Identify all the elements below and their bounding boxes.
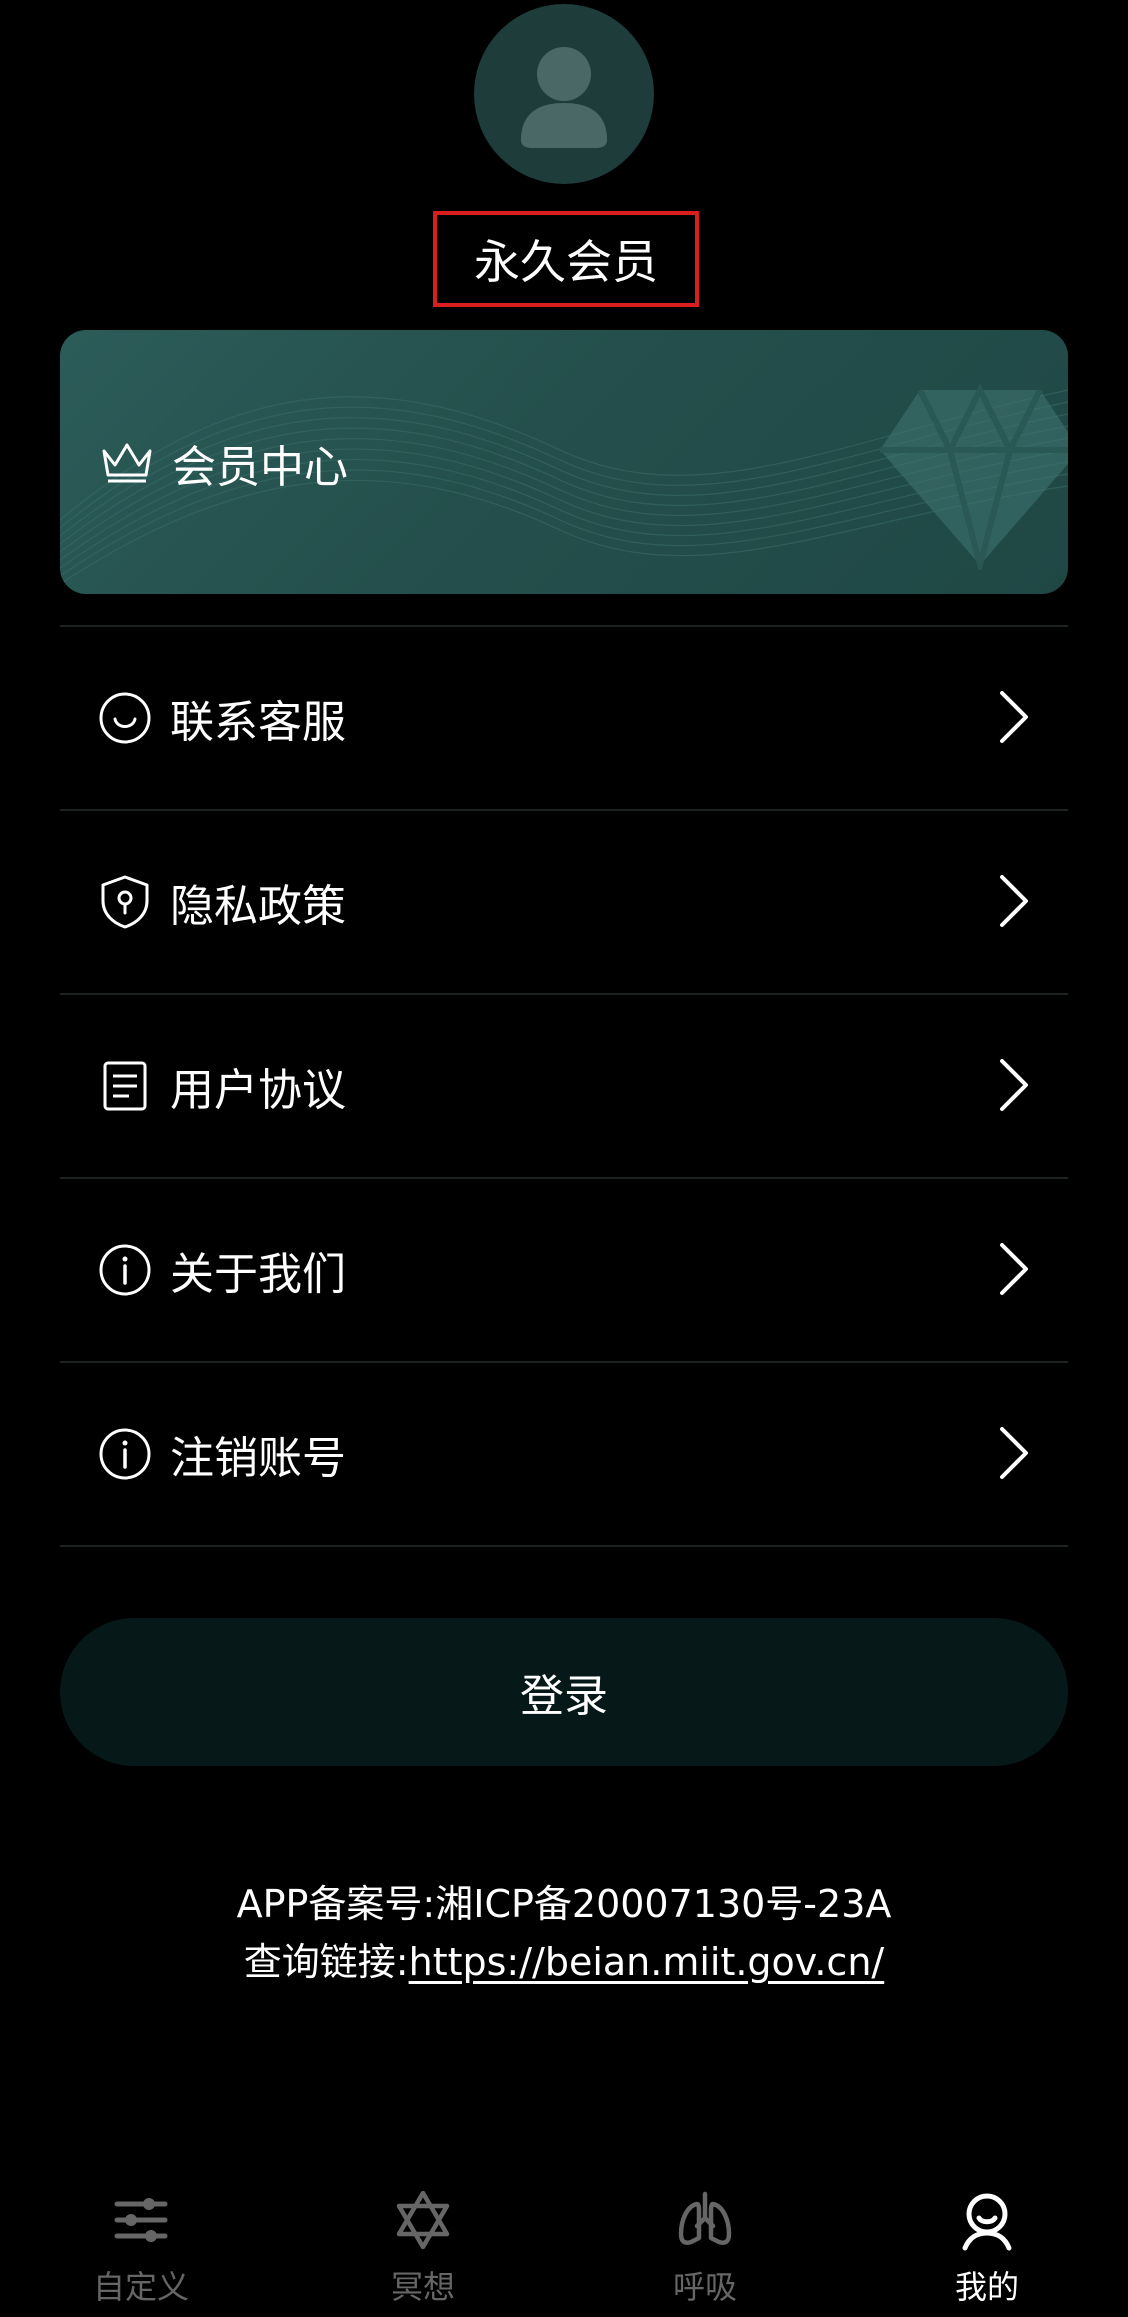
chevron-right-icon <box>1000 1427 1028 1479</box>
user-avatar-icon <box>521 47 607 148</box>
info-icon <box>99 1428 151 1480</box>
profile-icon <box>962 2193 1012 2251</box>
membership-status-label: 永久会员 <box>433 211 699 307</box>
sliders-icon <box>114 2198 168 2242</box>
crown-icon <box>102 443 152 483</box>
login-button[interactable]: 登录 <box>60 1618 1068 1766</box>
tab-breathing[interactable]: 呼吸 <box>564 2170 846 2317</box>
diamond-watermark-icon <box>880 383 1068 570</box>
chevron-right-icon <box>1000 691 1028 743</box>
tab-meditation[interactable]: 冥想 <box>282 2170 564 2317</box>
tab-label: 自定义 <box>92 2268 189 2306</box>
icp-query-row: 查询链接:https://beian.miit.gov.cn/ <box>0 1933 1128 1991</box>
menu-item-contact-service[interactable]: 联系客服 <box>60 625 1068 809</box>
menu-item-delete-account[interactable]: 注销账号 <box>60 1361 1068 1547</box>
avatar[interactable] <box>474 4 654 184</box>
document-icon <box>103 1061 147 1111</box>
icp-info: APP备案号:湘ICP备20007130号-23A 查询链接:https://b… <box>0 1875 1128 1991</box>
menu-item-user-agreement[interactable]: 用户协议 <box>60 993 1068 1177</box>
tab-mine[interactable]: 我的 <box>846 2170 1128 2317</box>
menu-item-label: 联系客服 <box>170 697 346 748</box>
menu-item-label: 隐私政策 <box>170 881 346 932</box>
smiley-icon <box>99 692 151 744</box>
bottom-tab-bar: 自定义 冥想 呼吸 我的 <box>0 2170 1128 2317</box>
chevron-right-icon <box>1000 1243 1028 1295</box>
chevron-right-icon <box>1000 1059 1028 1111</box>
vip-center-card[interactable]: 会员中心 <box>60 330 1068 594</box>
icp-record-number: APP备案号:湘ICP备20007130号-23A <box>236 1882 892 1926</box>
shield-lock-icon <box>101 875 149 929</box>
menu-item-about-us[interactable]: 关于我们 <box>60 1177 1068 1361</box>
lungs-icon <box>678 2191 732 2245</box>
menu-item-privacy-policy[interactable]: 隐私政策 <box>60 809 1068 993</box>
chevron-right-icon <box>1000 875 1028 927</box>
vip-center-label: 会员中心 <box>172 442 348 493</box>
settings-menu: 联系客服 隐私政策 用户协议 关于我们 注销账号 <box>60 625 1068 1547</box>
tab-label: 冥想 <box>390 2268 455 2306</box>
tab-label: 呼吸 <box>672 2268 737 2306</box>
icp-query-link[interactable]: https://beian.miit.gov.cn/ <box>409 1940 885 1984</box>
menu-item-label: 关于我们 <box>170 1249 346 1300</box>
menu-item-label: 注销账号 <box>170 1433 346 1484</box>
menu-item-label: 用户协议 <box>170 1065 346 1116</box>
tab-label: 我的 <box>954 2268 1019 2306</box>
tab-customize[interactable]: 自定义 <box>0 2170 282 2317</box>
icp-query-prefix: 查询链接: <box>243 1940 409 1984</box>
star-of-david-icon <box>396 2190 450 2250</box>
info-icon <box>99 1244 151 1296</box>
